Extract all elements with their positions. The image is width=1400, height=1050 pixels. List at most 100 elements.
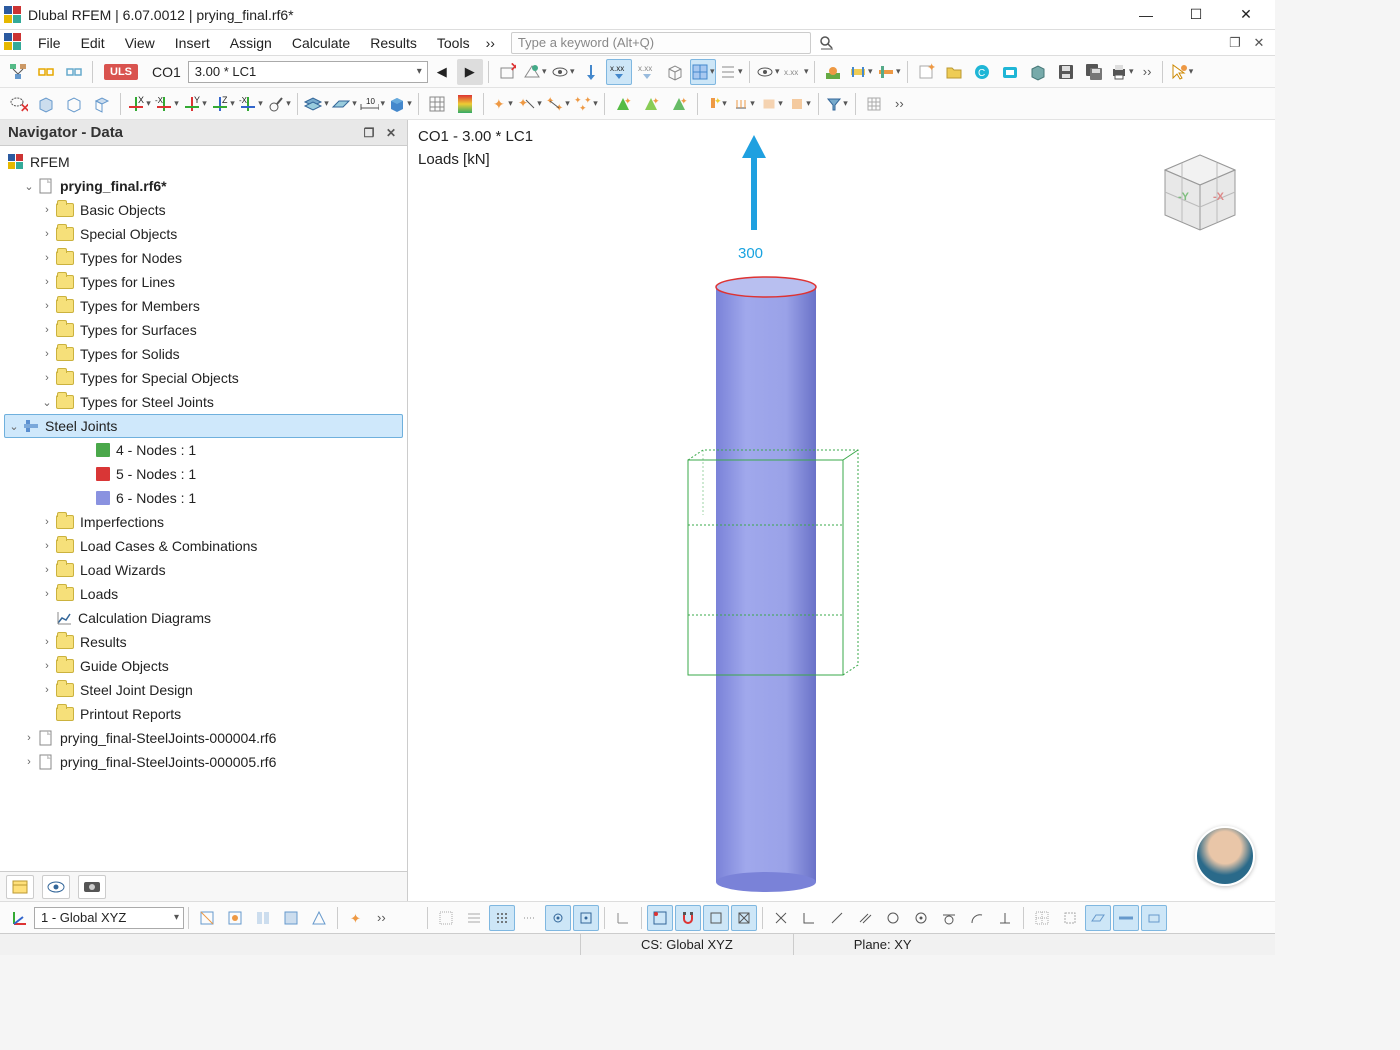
prev-button[interactable]: ◀ [429, 59, 455, 85]
tree-types-nodes[interactable]: ›Types for Nodes [0, 246, 407, 270]
bb-more[interactable]: ›› [371, 905, 392, 931]
nav-undock-icon[interactable]: ❐ [361, 125, 377, 141]
tree-guide-objects[interactable]: ›Guide Objects [0, 654, 407, 678]
load-combo-select[interactable]: 3.00 * LC1 [188, 61, 428, 83]
bb-guide-line-icon[interactable] [1113, 905, 1139, 931]
nav-close-icon[interactable]: ✕ [383, 125, 399, 141]
nav-tab-display-icon[interactable] [42, 875, 70, 899]
tree-results[interactable]: ›Results [0, 630, 407, 654]
tb-cube3d-icon[interactable] [662, 59, 688, 85]
tb2-green3-icon[interactable]: ✦ [666, 91, 692, 117]
bb-corner-icon[interactable] [796, 905, 822, 931]
tb2-funnel-icon[interactable]: ▾ [824, 91, 850, 117]
tree-file[interactable]: ⌄prying_final.rf6* [0, 174, 407, 198]
tb-saveall-icon[interactable] [1081, 59, 1107, 85]
bb-guide-plane-icon[interactable] [1085, 905, 1111, 931]
tb-sunset-icon[interactable] [820, 59, 846, 85]
tree-steel-joint-design[interactable]: ›Steel Joint Design [0, 678, 407, 702]
tb-grid3d-active-icon[interactable]: ▾ [690, 59, 716, 85]
bb-grid3-icon[interactable] [489, 905, 515, 931]
tree-printout-reports[interactable]: ·Printout Reports [0, 702, 407, 726]
search-go-icon[interactable] [819, 35, 835, 51]
tb-eye-x-icon[interactable]: ▾ [550, 59, 576, 85]
tree-ext-file-1[interactable]: ›prying_final-SteelJoints-000004.rf6 [0, 726, 407, 750]
bb-x-snap-icon[interactable] [768, 905, 794, 931]
menu-edit[interactable]: Edit [71, 32, 115, 54]
tb2-load3-icon[interactable]: ▾ [759, 91, 785, 117]
bb-guide-grid-icon[interactable] [1029, 905, 1055, 931]
bb-snapgrid-icon[interactable] [573, 905, 599, 931]
tb2-axis-z-icon[interactable]: Z▾ [210, 91, 236, 117]
bb-b5-icon[interactable] [306, 905, 332, 931]
tree-steel-joints[interactable]: ⌄Steel Joints [4, 414, 403, 438]
tree-types-surfaces[interactable]: ›Types for Surfaces [0, 318, 407, 342]
tb-flowchart-icon[interactable] [5, 59, 31, 85]
tree-types-members[interactable]: ›Types for Members [0, 294, 407, 318]
tb2-mesh-icon[interactable] [424, 91, 450, 117]
cs-select[interactable]: 1 - Global XYZ [34, 907, 184, 929]
tree-load-cases[interactable]: ›Load Cases & Combinations [0, 534, 407, 558]
bb-perp-icon[interactable] [992, 905, 1018, 931]
maximize-button[interactable]: ☐ [1181, 5, 1211, 25]
bb-arc-icon[interactable] [964, 905, 990, 931]
tree-sj-4[interactable]: 4 - Nodes : 1 [0, 438, 407, 462]
tb2-microscope-icon[interactable]: ▾ [266, 91, 292, 117]
tb-eye-settings-icon[interactable]: ▾ [755, 59, 781, 85]
tb2-dim-icon[interactable]: 10▾ [359, 91, 385, 117]
tb2-axis-negx-icon[interactable]: -X▾ [154, 91, 180, 117]
tree-types-lines[interactable]: ›Types for Lines [0, 270, 407, 294]
restore-window-icon[interactable]: ❐ [1227, 35, 1243, 51]
tb-print-icon[interactable]: ▾ [1109, 59, 1135, 85]
menu-assign[interactable]: Assign [220, 32, 282, 54]
bb-snap-icon[interactable] [545, 905, 571, 931]
tb2-lasso-x-icon[interactable]: ✕ [5, 91, 31, 117]
tb-open-folder-icon[interactable] [941, 59, 967, 85]
tree-types-steel-joints[interactable]: ⌄Types for Steel Joints [0, 390, 407, 414]
tb-cloud1-icon[interactable]: C [969, 59, 995, 85]
tb-chain2-icon[interactable] [61, 59, 87, 85]
tb-col-down-icon[interactable] [578, 59, 604, 85]
menu-insert[interactable]: Insert [165, 32, 220, 54]
tb-beam-result-icon[interactable]: ▾ [876, 59, 902, 85]
tree-sj-5[interactable]: 5 - Nodes : 1 [0, 462, 407, 486]
tb2-box2-icon[interactable] [61, 91, 87, 117]
tb2-more[interactable]: ›› [889, 91, 910, 117]
tb2-spark1-icon[interactable]: ✦▾ [489, 91, 515, 117]
viewport-3d[interactable]: CO1 - 3.00 * LC1 Loads [kN] 300 [408, 120, 1275, 901]
tb-save-icon[interactable] [1053, 59, 1079, 85]
menu-view[interactable]: View [115, 32, 165, 54]
tree-ext-file-2[interactable]: ›prying_final-SteelJoints-000005.rf6 [0, 750, 407, 774]
bb-guide-box-icon[interactable] [1141, 905, 1167, 931]
tb-chain1-icon[interactable] [33, 59, 59, 85]
tb2-cube-color-icon[interactable]: ▾ [387, 91, 413, 117]
tb2-spark-tri-icon[interactable]: ✦✦✦▾ [573, 91, 599, 117]
menu-calculate[interactable]: Calculate [282, 32, 360, 54]
bb-b2-icon[interactable] [222, 905, 248, 931]
bb-grid2-icon[interactable] [461, 905, 487, 931]
tb-new-sparkle-icon[interactable]: ✦ [913, 59, 939, 85]
menu-more[interactable]: ›› [480, 32, 501, 54]
tree-load-wizards[interactable]: ›Load Wizards [0, 558, 407, 582]
close-button[interactable]: ✕ [1231, 5, 1261, 25]
tb2-load4-icon[interactable]: ▾ [787, 91, 813, 117]
tb2-axis-negx2-icon[interactable]: -X▾ [238, 91, 264, 117]
tb-beam-yellow-icon[interactable]: ▾ [848, 59, 874, 85]
tb2-layer-icon[interactable]: ▾ [303, 91, 329, 117]
tb2-grid-icon[interactable] [861, 91, 887, 117]
assistant-avatar[interactable] [1195, 826, 1255, 886]
bb-slash-icon[interactable] [824, 905, 850, 931]
tb2-green1-icon[interactable]: ✦ [610, 91, 636, 117]
view-cube[interactable]: -Y -X [1145, 140, 1255, 240]
minimize-button[interactable]: — [1131, 5, 1161, 25]
bb-dotline-icon[interactable] [517, 905, 543, 931]
search-input[interactable]: Type a keyword (Alt+Q) [511, 32, 811, 54]
menu-results[interactable]: Results [360, 32, 427, 54]
bb-b3-icon[interactable] [250, 905, 276, 931]
tree-loads[interactable]: ›Loads [0, 582, 407, 606]
bb-tangent-icon[interactable] [936, 905, 962, 931]
tb2-axis-y-icon[interactable]: Y▾ [182, 91, 208, 117]
tb-isoline-icon[interactable]: ▾ [718, 59, 744, 85]
bb-magnet-icon[interactable] [675, 905, 701, 931]
tb-xxx-label-icon[interactable]: x.xx▾ [783, 59, 809, 85]
bb-snap-point-icon[interactable] [647, 905, 673, 931]
